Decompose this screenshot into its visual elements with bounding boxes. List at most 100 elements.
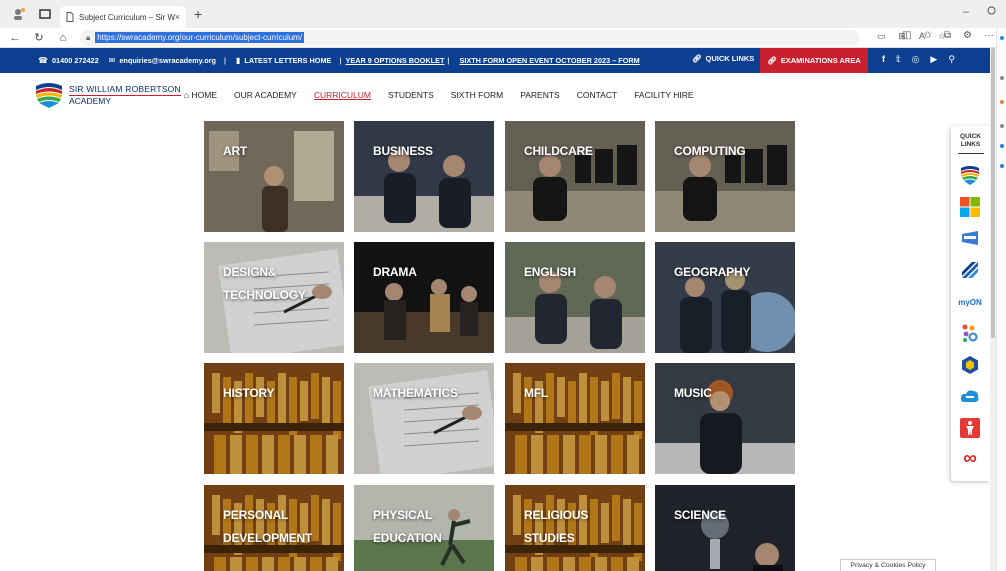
- subject-title: DESIGN&: [223, 265, 277, 279]
- subject-photo: [505, 363, 645, 474]
- sidebar-dot[interactable]: [1000, 100, 1004, 104]
- nav-facility-hire[interactable]: FACILITY HIRE: [634, 90, 693, 100]
- youtube-icon[interactable]: ▶: [930, 54, 937, 65]
- nav-curriculum[interactable]: CURRICULUM: [314, 90, 371, 100]
- cloud-chat-icon[interactable]: [959, 386, 981, 408]
- nav-home[interactable]: ⌂ HOME: [184, 90, 217, 100]
- back-icon[interactable]: ←: [6, 32, 24, 44]
- collections-icon[interactable]: ⧉: [944, 30, 951, 41]
- hexagon-app-icon[interactable]: [959, 354, 981, 376]
- url-input[interactable]: 🔒︎ https://swracademy.org/our-curriculum…: [80, 29, 860, 46]
- facebook-icon[interactable]: f: [882, 54, 885, 65]
- subject-photo: [505, 242, 645, 353]
- subject-title: PERSONAL: [223, 508, 289, 522]
- subject-tile-religious-studies[interactable]: RELIGIOUS STUDIES: [505, 485, 645, 571]
- sidebar-dot[interactable]: [1000, 164, 1004, 168]
- latest-letters-label: LATEST LETTERS HOME: [244, 56, 332, 65]
- refresh-icon[interactable]: ↻: [30, 31, 48, 44]
- subject-title: ART: [223, 144, 248, 158]
- email-icon: ✉: [108, 56, 116, 65]
- quick-links-link[interactable]: 🔗︎ QUICK LINKS: [692, 54, 754, 63]
- email-link[interactable]: ✉ enquiries@swracademy.org: [109, 56, 216, 65]
- subject-tile-mathematics[interactable]: MATHEMATICS: [354, 363, 494, 474]
- microsoft-icon[interactable]: [959, 196, 981, 218]
- subject-tile-design-technology[interactable]: DESIGN& TECHNOLOGY: [204, 242, 344, 353]
- profile-icon[interactable]: [12, 7, 26, 21]
- subject-tile-science[interactable]: SCIENCE: [655, 485, 795, 571]
- academy-logo-icon[interactable]: [959, 164, 981, 186]
- sidebar-dot[interactable]: [1000, 36, 1004, 40]
- sidebar-dot[interactable]: [1000, 144, 1004, 148]
- subject-title: HISTORY: [223, 386, 275, 400]
- phone-link[interactable]: ☎ 01400 272422: [38, 56, 99, 65]
- home-icon[interactable]: ⌂: [54, 32, 72, 44]
- subject-title-line2: DEVELOPMENT: [223, 531, 313, 545]
- infinity-icon[interactable]: ∞: [959, 448, 981, 470]
- nav-home-label: HOME: [191, 90, 218, 100]
- nav-our-academy[interactable]: OUR ACADEMY: [234, 90, 297, 100]
- subject-tile-childcare[interactable]: CHILDCARE: [505, 121, 645, 232]
- examinations-area-button[interactable]: 🔗︎ EXAMINATIONS AREA: [760, 48, 868, 73]
- divider: |: [447, 56, 450, 65]
- sixth-form-event-link[interactable]: SIXTH FORM OPEN EVENT OCTOBER 2023 – FOR…: [459, 56, 639, 65]
- subject-tile-drama[interactable]: DRAMA: [354, 242, 494, 353]
- subject-tile-personal-development[interactable]: PERSONAL DEVELOPMENT: [204, 485, 344, 571]
- academy-logo[interactable]: [34, 82, 64, 108]
- arbor-icon[interactable]: [959, 259, 981, 281]
- subject-tile-business[interactable]: BUSINESS: [354, 121, 494, 232]
- instagram-icon[interactable]: ◎: [912, 54, 920, 65]
- subject-photo: [655, 485, 795, 571]
- new-tab-button[interactable]: +: [194, 6, 202, 22]
- subject-tile-physical-education[interactable]: PHYSICAL EDUCATION: [354, 485, 494, 571]
- browser-tab[interactable]: Subject Curriculum – Sir William ×: [60, 6, 186, 28]
- subject-tile-history[interactable]: HISTORY: [204, 363, 344, 474]
- nav-students[interactable]: STUDENTS: [388, 90, 434, 100]
- tab-close-icon[interactable]: ×: [175, 12, 180, 22]
- dots-app-icon[interactable]: [959, 322, 981, 344]
- subject-tile-english[interactable]: ENGLISH: [505, 242, 645, 353]
- scrollbar-thumb[interactable]: [991, 48, 995, 338]
- subject-photo: [655, 121, 795, 232]
- phone-icon: ☎: [38, 56, 48, 65]
- subject-photo: [354, 363, 494, 474]
- quick-links-title-line2: LINKS: [960, 141, 981, 148]
- minimize-icon[interactable]: –: [963, 6, 969, 18]
- more-options-icon[interactable]: ···: [984, 30, 994, 41]
- subject-title: GEOGRAPHY: [674, 265, 751, 279]
- safeguarding-icon[interactable]: [959, 417, 981, 439]
- myon-label[interactable]: myON: [958, 291, 982, 313]
- subject-tile-music[interactable]: MUSIC: [655, 363, 795, 474]
- split-screen-icon[interactable]: ◫: [902, 30, 911, 41]
- subject-grid: ART BUSINESS CHILDCARE COMPUTING DESIGN& TECH…: [0, 118, 996, 571]
- smhw-icon[interactable]: [959, 227, 981, 249]
- subject-tile-art[interactable]: ART: [204, 121, 344, 232]
- subject-photo: [354, 242, 494, 353]
- nav-parents[interactable]: PARENTS: [520, 90, 560, 100]
- subject-title: COMPUTING: [674, 144, 746, 158]
- browser-sidebar: [996, 28, 1006, 571]
- latest-letters-link[interactable]: ▮ LATEST LETTERS HOME: [236, 56, 331, 65]
- divider: |: [223, 56, 226, 65]
- brand-name[interactable]: SIR WILLIAM ROBERTSON ACADEMY: [69, 84, 181, 106]
- subject-tile-geography[interactable]: GEOGRAPHY: [655, 242, 795, 353]
- subject-title: CHILDCARE: [524, 144, 593, 158]
- reader-view-icon[interactable]: ▭: [877, 31, 886, 42]
- sidebar-dot[interactable]: [1000, 124, 1004, 128]
- link-icon: 🔗︎: [692, 54, 702, 63]
- subject-title-line2: STUDIES: [524, 531, 575, 545]
- page-icon: [66, 12, 74, 22]
- tab-actions-icon[interactable]: [38, 7, 52, 21]
- twitter-icon[interactable]: 𝕥: [896, 54, 901, 65]
- favorites-icon[interactable]: ✩: [924, 30, 932, 41]
- extensions-icon[interactable]: ⚙: [963, 30, 972, 41]
- search-icon[interactable]: ⚲: [948, 54, 955, 65]
- maximize-icon[interactable]: [987, 6, 996, 18]
- options-booklet-link[interactable]: YEAR 9 OPTIONS BOOKLET: [345, 56, 444, 65]
- sidebar-dot[interactable]: [1000, 76, 1004, 80]
- phone-number: 01400 272422: [51, 56, 99, 65]
- nav-sixth-form[interactable]: SIXTH FORM: [451, 90, 503, 100]
- nav-contact[interactable]: CONTACT: [577, 90, 617, 100]
- privacy-policy-link[interactable]: Privacy & Cookies Policy: [840, 559, 936, 571]
- subject-tile-mfl[interactable]: MFL: [505, 363, 645, 474]
- subject-tile-computing[interactable]: COMPUTING: [655, 121, 795, 232]
